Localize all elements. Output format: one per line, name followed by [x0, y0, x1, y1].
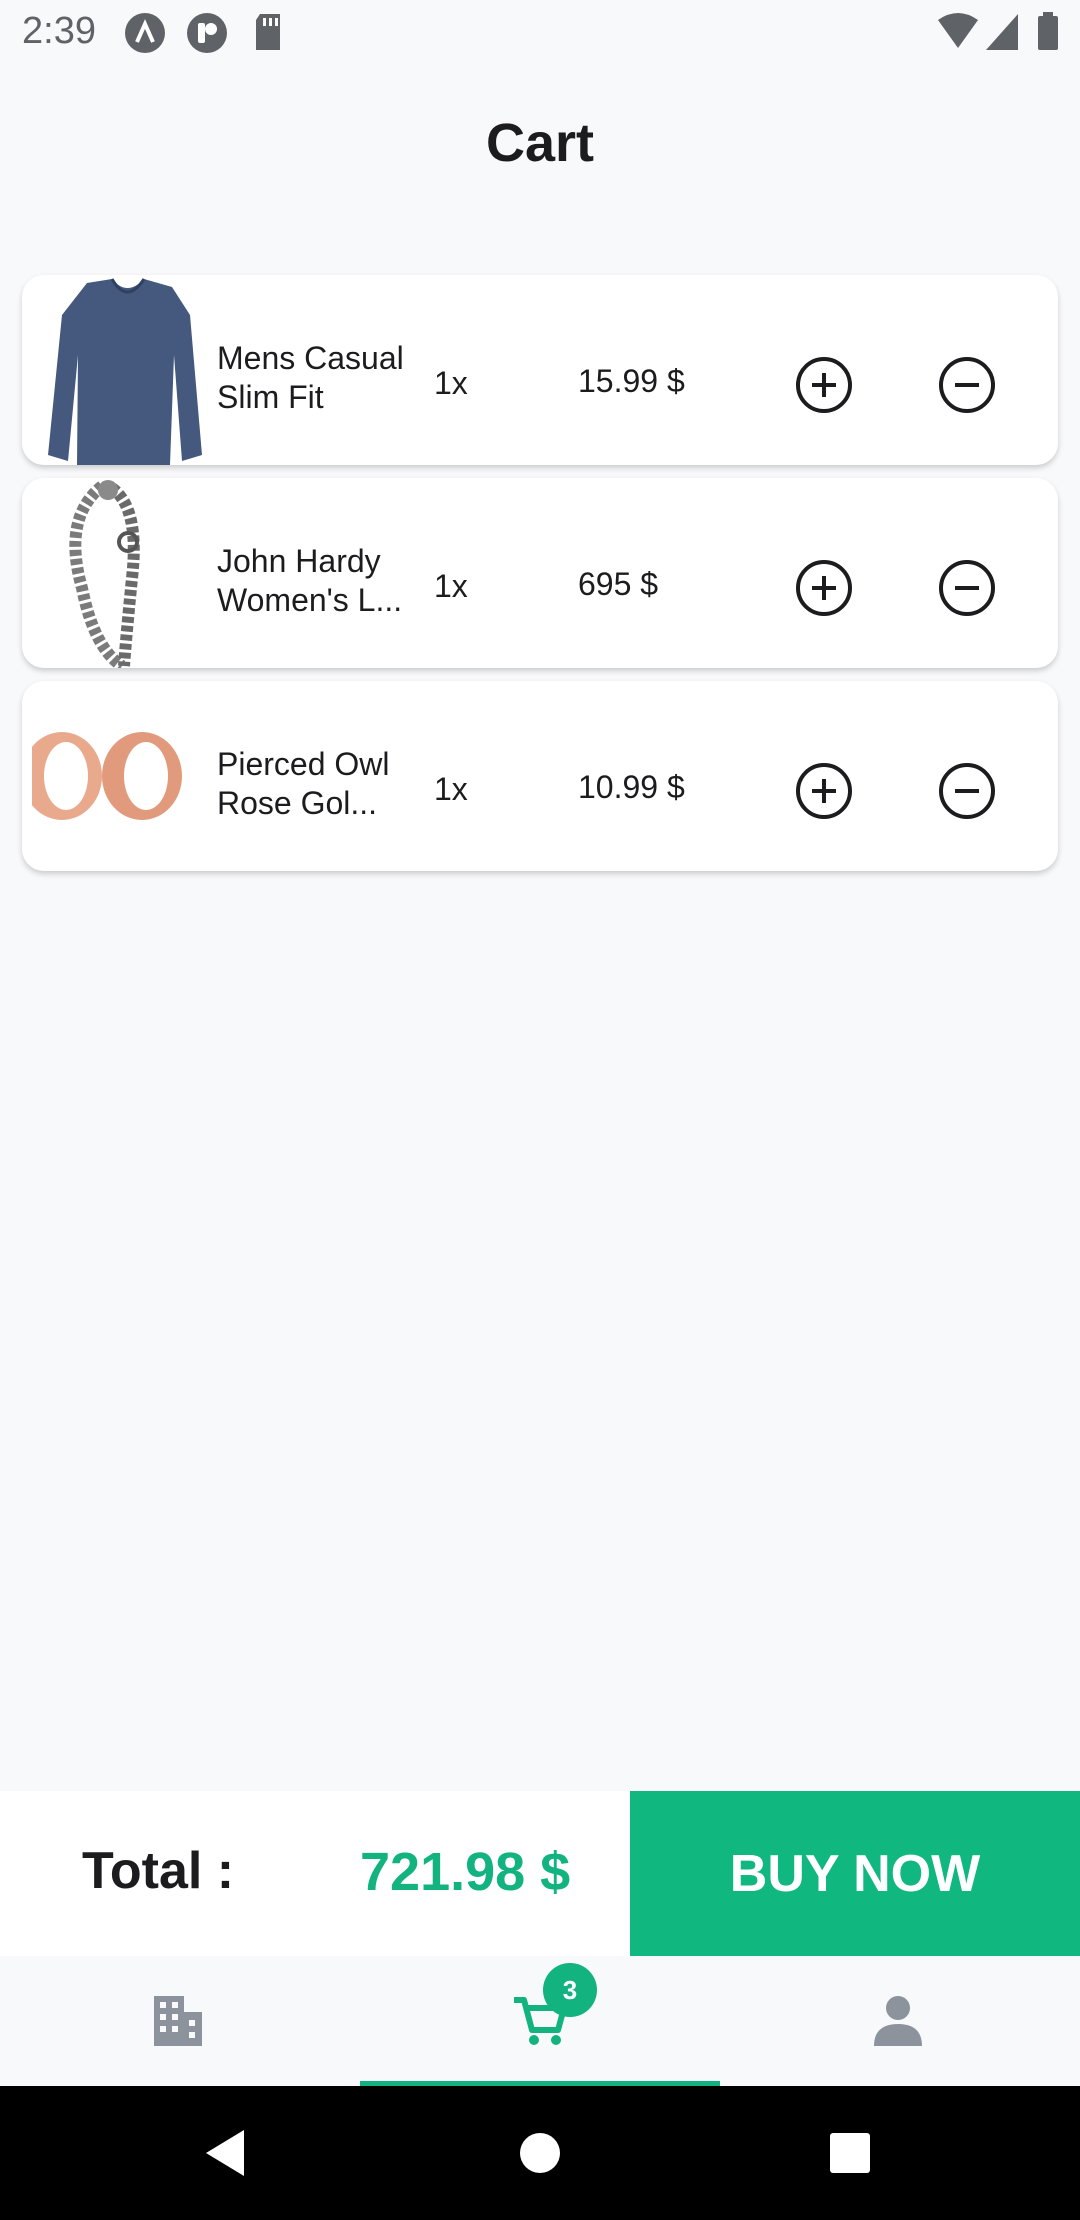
- sd-card-icon: [256, 14, 280, 50]
- bottom-tab-bar: [0, 1956, 1080, 2086]
- person-icon: [874, 1996, 922, 2046]
- recents-icon: [830, 2133, 870, 2173]
- total-value: 721.98 $: [360, 1842, 571, 1902]
- item-name: Pierced Owl Rose Gol...: [217, 746, 390, 821]
- cart-item[interactable]: Pierced Owl Rose Gol... 1x 10.99 $: [22, 681, 1058, 871]
- item-quantity: 1x: [434, 568, 468, 604]
- shirt-thumbnail: [48, 278, 202, 465]
- recents-button[interactable]: [790, 2086, 910, 2220]
- total-bar: Total : 721.98 $ BUY NOW: [0, 1791, 1080, 1956]
- item-name: Mens Casual Slim Fit: [217, 340, 404, 415]
- home-icon: [520, 2133, 560, 2173]
- rings-thumbnail: [32, 732, 182, 820]
- item-price: 695 $: [578, 566, 659, 602]
- tab-profile[interactable]: [720, 1956, 1080, 2086]
- notification-icon: [187, 13, 227, 53]
- item-quantity: 1x: [434, 365, 468, 401]
- total-label: Total :: [82, 1842, 235, 1900]
- page-title: Cart: [485, 113, 595, 173]
- item-name: John Hardy Women's L...: [217, 543, 403, 618]
- plus-circle-icon[interactable]: [795, 762, 853, 820]
- minus-circle-icon[interactable]: [938, 762, 996, 820]
- minus-circle-icon[interactable]: [938, 559, 996, 617]
- plus-circle-icon[interactable]: [795, 559, 853, 617]
- battery-icon: [1038, 12, 1058, 50]
- item-price: 10.99 $: [578, 769, 685, 805]
- home-button[interactable]: [480, 2086, 600, 2220]
- buy-now-button[interactable]: BUY NOW: [630, 1791, 1080, 1956]
- tab-cart[interactable]: [360, 1956, 720, 2086]
- app-notification-icon: [125, 13, 165, 53]
- minus-circle-icon[interactable]: [938, 356, 996, 414]
- back-button[interactable]: [165, 2086, 285, 2220]
- signal-icon: [986, 14, 1018, 50]
- bracelet-thumbnail: [69, 480, 140, 668]
- status-time: 2:39: [22, 10, 96, 52]
- item-price: 15.99 $: [578, 363, 685, 399]
- status-bar: 2:39: [0, 0, 1080, 66]
- plus-circle-icon[interactable]: [795, 356, 853, 414]
- system-nav-bar: [0, 2086, 1080, 2220]
- cart-count-badge: 3: [543, 1963, 597, 2017]
- building-icon: [154, 1996, 202, 2046]
- tab-home[interactable]: [0, 1956, 360, 2086]
- wifi-icon: [938, 13, 978, 48]
- cart-item[interactable]: Mens Casual Slim Fit 1x 15.99 $: [22, 275, 1058, 465]
- back-icon: [206, 2130, 244, 2176]
- cart-item[interactable]: John Hardy Women's L... 1x 695 $: [22, 478, 1058, 668]
- item-quantity: 1x: [434, 771, 468, 807]
